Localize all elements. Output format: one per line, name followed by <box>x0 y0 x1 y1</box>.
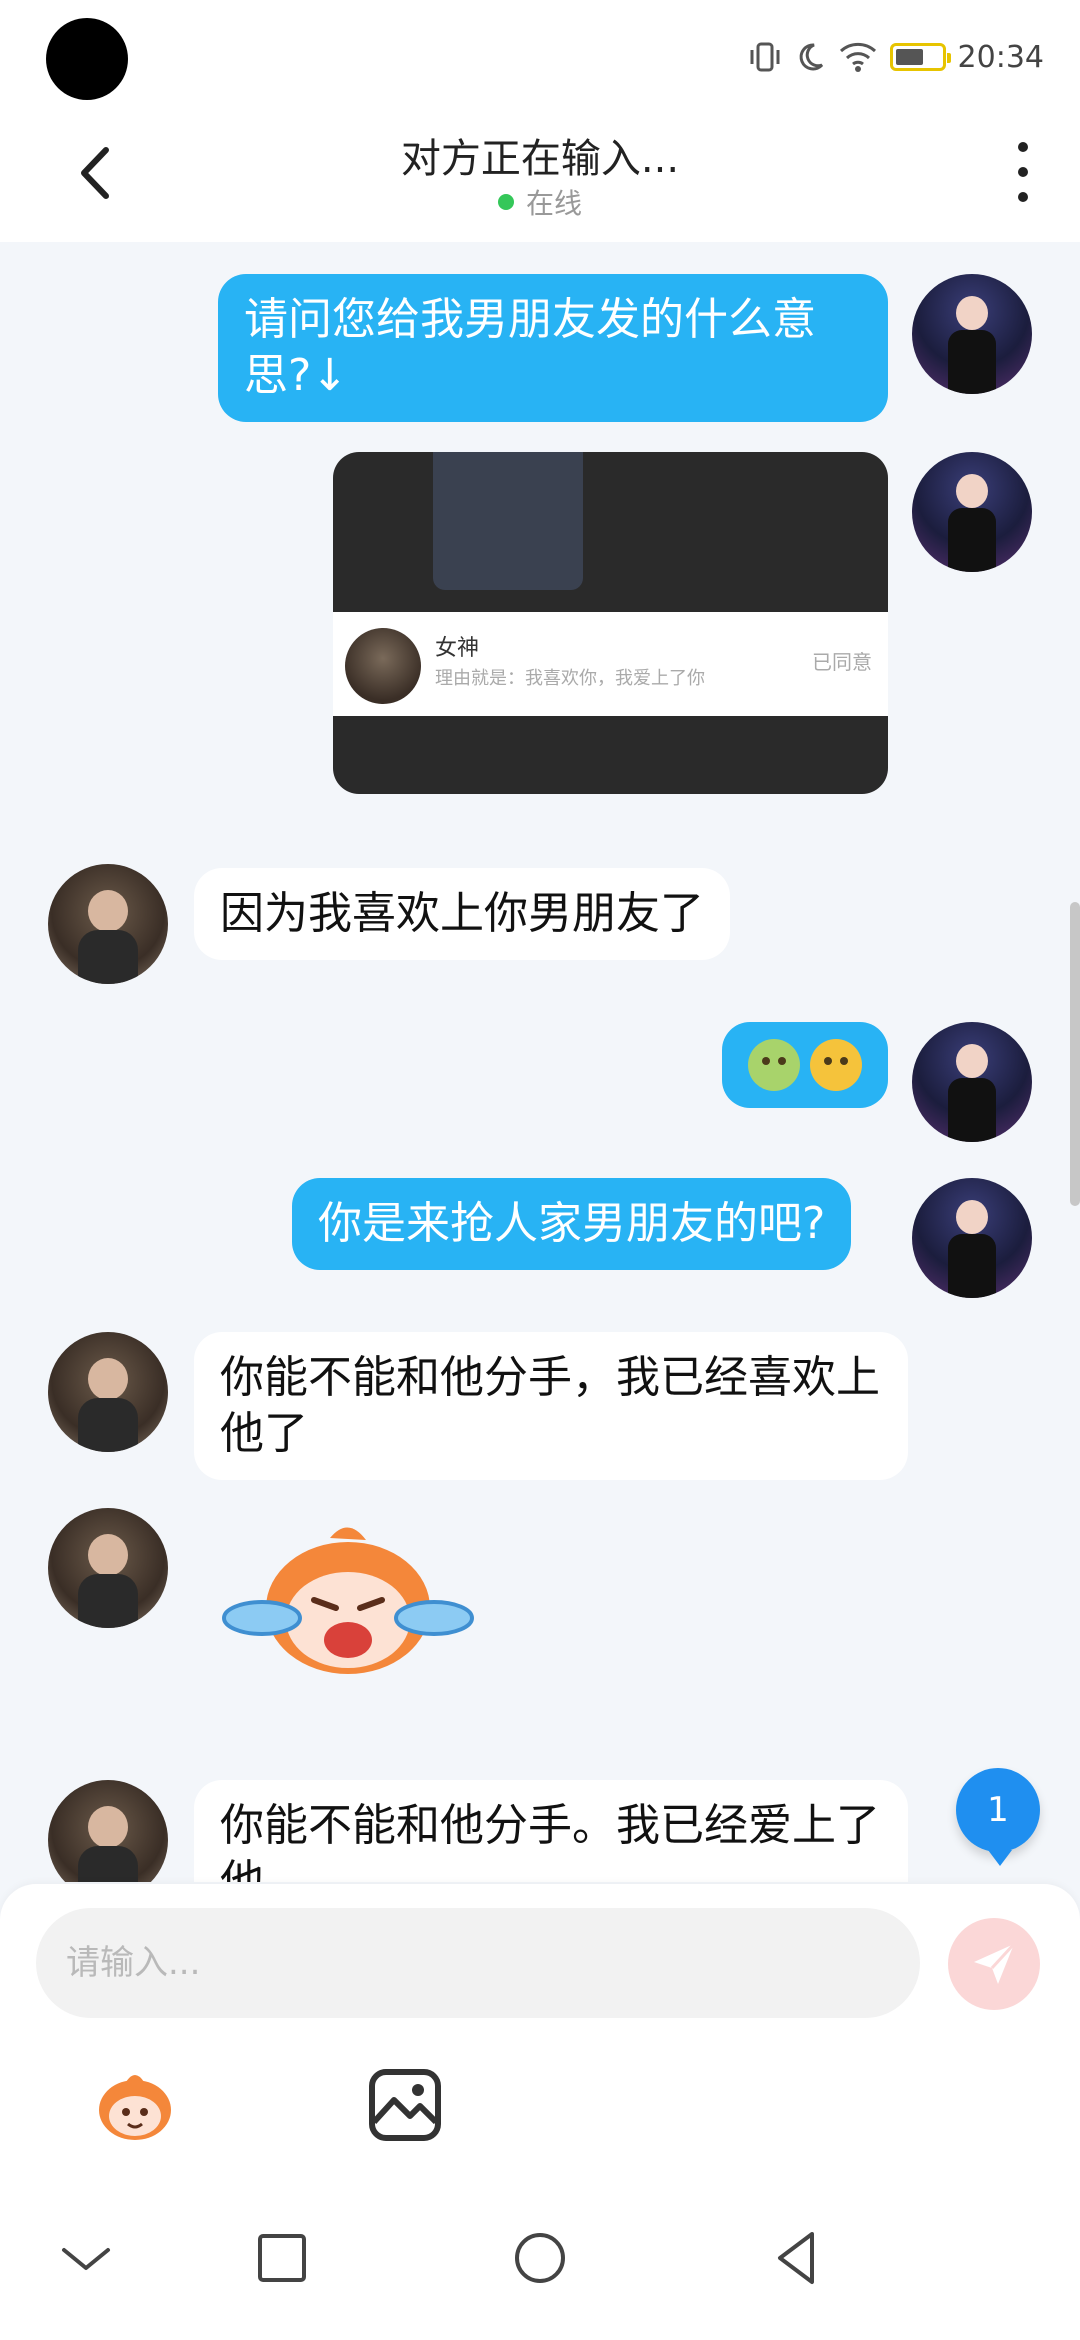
sticker-icon[interactable] <box>90 2060 180 2150</box>
my-avatar[interactable] <box>912 1022 1032 1142</box>
status-time: 20:34 <box>957 39 1044 75</box>
emoji-message[interactable] <box>722 1022 888 1108</box>
contact-avatar[interactable] <box>48 1780 168 1882</box>
home-icon[interactable] <box>508 2226 572 2290</box>
my-avatar[interactable] <box>912 452 1032 572</box>
contact-avatar[interactable] <box>48 1332 168 1452</box>
message-input[interactable] <box>36 1908 920 2018</box>
my-avatar[interactable] <box>912 1178 1032 1298</box>
nauseated-face-icon <box>748 1039 800 1091</box>
system-nav-bar <box>0 2174 1080 2340</box>
send-button[interactable] <box>948 1918 1040 2010</box>
image-message[interactable]: 女神 理由就是：我喜欢你，我爱上了你 已同意 <box>333 452 888 794</box>
my-avatar[interactable] <box>912 274 1032 394</box>
send-icon <box>974 1942 1016 1984</box>
card-reason: 理由就是：我喜欢你，我爱上了你 <box>435 668 705 689</box>
message-bubble-incoming[interactable]: 因为我喜欢上你男朋友了 <box>194 868 730 960</box>
collapse-icon[interactable] <box>54 2226 118 2290</box>
friend-request-card: 女神 理由就是：我喜欢你，我爱上了你 已同意 <box>333 612 888 716</box>
message-bubble-outgoing[interactable]: 请问您给我男朋友发的什么意思?↓ <box>218 274 888 422</box>
wifi-icon <box>839 42 876 72</box>
contact-avatar[interactable] <box>48 864 168 984</box>
image-thumbnail <box>433 452 583 590</box>
moon-icon <box>799 43 823 71</box>
back-icon[interactable] <box>766 2226 830 2290</box>
contact-avatar[interactable] <box>48 1508 168 1628</box>
vibrate-icon <box>750 42 780 72</box>
online-label: 在线 <box>525 187 582 220</box>
recents-icon[interactable] <box>250 2226 314 2290</box>
message-composer <box>0 1884 1080 2174</box>
battery-icon <box>889 43 951 71</box>
card-name: 女神 <box>435 636 480 661</box>
online-dot-icon <box>497 194 514 210</box>
card-status: 已同意 <box>812 650 872 674</box>
scrollbar[interactable] <box>1070 902 1080 1206</box>
chat-header: 对方正在输入... 在线 <box>0 120 1080 242</box>
message-bubble-incoming[interactable]: 你能不能和他分手。我已经爱上了他 <box>194 1780 908 1882</box>
status-icons: 20:34 <box>748 34 1044 80</box>
online-status: 在线 <box>0 182 1080 222</box>
message-bubble-outgoing[interactable]: 你是来抢人家男朋友的吧? <box>292 1178 852 1270</box>
unread-badge[interactable]: 1 <box>956 1768 1040 1866</box>
chat-title: 对方正在输入... <box>400 136 680 182</box>
message-bubble-incoming[interactable]: 你能不能和他分手，我已经喜欢上他了 <box>194 1332 908 1480</box>
front-camera <box>46 18 128 100</box>
card-avatar <box>345 628 421 704</box>
vomiting-face-icon <box>810 1039 862 1091</box>
image-icon[interactable] <box>360 2060 450 2150</box>
message-list[interactable]: 请问您给我男朋友发的什么意思?↓ 女神 理由就是：我喜欢你，我爱上了你 已同意 … <box>0 242 1080 1882</box>
crying-monkey-sticker[interactable] <box>218 1522 478 1682</box>
more-vertical-icon[interactable] <box>1008 142 1038 202</box>
status-bar: 20:34 <box>0 0 1080 120</box>
